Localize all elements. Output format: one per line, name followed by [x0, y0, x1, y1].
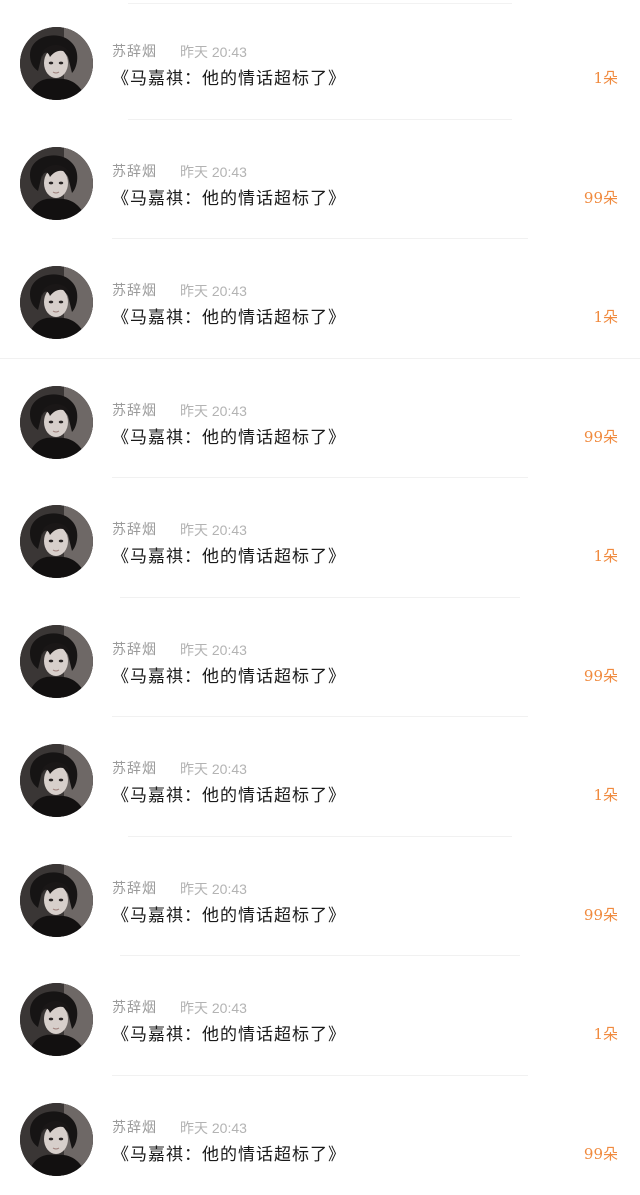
post-time: 昨天 20:43 [180, 1118, 247, 1138]
post-time: 昨天 20:43 [180, 640, 247, 660]
post-time: 昨天 20:43 [180, 281, 247, 301]
post-time: 昨天 20:43 [180, 520, 247, 540]
gift-record-list: 苏辞烟 昨天 20:43 《马嘉祺：他的情话超标了》 1朵 [0, 0, 640, 1191]
post-time: 昨天 20:43 [180, 998, 247, 1018]
list-item[interactable]: 苏辞烟 昨天 20:43 《马嘉祺：他的情话超标了》 1朵 [0, 0, 640, 120]
author-name[interactable]: 苏辞烟 [112, 280, 157, 300]
list-item[interactable]: 苏辞烟 昨天 20:43 《马嘉祺：他的情话超标了》 99朵 [0, 1076, 640, 1195]
avatar[interactable] [20, 27, 93, 100]
post-time: 昨天 20:43 [180, 879, 247, 899]
avatar[interactable] [20, 266, 93, 339]
author-name[interactable]: 苏辞烟 [112, 519, 157, 539]
list-item[interactable]: 苏辞烟 昨天 20:43 《马嘉祺：他的情话超标了》 1朵 [0, 717, 640, 837]
flower-count: 1朵 [593, 1023, 618, 1044]
work-title[interactable]: 《马嘉祺：他的情话超标了》 [112, 901, 346, 926]
list-item[interactable]: 苏辞烟 昨天 20:43 《马嘉祺：他的情话超标了》 1朵 [0, 239, 640, 359]
list-item[interactable]: 苏辞烟 昨天 20:43 《马嘉祺：他的情话超标了》 1朵 [0, 956, 640, 1076]
post-time: 昨天 20:43 [180, 162, 247, 182]
author-name[interactable]: 苏辞烟 [112, 41, 157, 61]
avatar[interactable] [20, 386, 93, 459]
work-title[interactable]: 《马嘉祺：他的情话超标了》 [112, 1140, 346, 1165]
avatar[interactable] [20, 1103, 93, 1176]
avatar[interactable] [20, 625, 93, 698]
avatar[interactable] [20, 983, 93, 1056]
author-name[interactable]: 苏辞烟 [112, 1117, 157, 1137]
author-name[interactable]: 苏辞烟 [112, 639, 157, 659]
avatar[interactable] [20, 744, 93, 817]
work-title[interactable]: 《马嘉祺：他的情话超标了》 [112, 1020, 346, 1045]
author-name[interactable]: 苏辞烟 [112, 997, 157, 1017]
work-title[interactable]: 《马嘉祺：他的情话超标了》 [112, 662, 346, 687]
post-time: 昨天 20:43 [180, 42, 247, 62]
flower-count: 99朵 [584, 1143, 618, 1164]
author-name[interactable]: 苏辞烟 [112, 400, 157, 420]
work-title[interactable]: 《马嘉祺：他的情话超标了》 [112, 64, 346, 89]
flower-count: 1朵 [593, 67, 618, 88]
flower-count: 99朵 [584, 187, 618, 208]
avatar[interactable] [20, 147, 93, 220]
work-title[interactable]: 《马嘉祺：他的情话超标了》 [112, 184, 346, 209]
flower-count: 1朵 [593, 784, 618, 805]
author-name[interactable]: 苏辞烟 [112, 161, 157, 181]
flower-count: 1朵 [593, 545, 618, 566]
flower-count: 99朵 [584, 426, 618, 447]
work-title[interactable]: 《马嘉祺：他的情话超标了》 [112, 303, 346, 328]
list-item[interactable]: 苏辞烟 昨天 20:43 《马嘉祺：他的情话超标了》 1朵 [0, 478, 640, 598]
avatar[interactable] [20, 864, 93, 937]
post-time: 昨天 20:43 [180, 759, 247, 779]
avatar[interactable] [20, 505, 93, 578]
list-item[interactable]: 苏辞烟 昨天 20:43 《马嘉祺：他的情话超标了》 99朵 [0, 837, 640, 957]
flower-count: 99朵 [584, 665, 618, 686]
list-item[interactable]: 苏辞烟 昨天 20:43 《马嘉祺：他的情话超标了》 99朵 [0, 359, 640, 479]
list-item[interactable]: 苏辞烟 昨天 20:43 《马嘉祺：他的情话超标了》 99朵 [0, 120, 640, 240]
work-title[interactable]: 《马嘉祺：他的情话超标了》 [112, 781, 346, 806]
author-name[interactable]: 苏辞烟 [112, 878, 157, 898]
flower-count: 99朵 [584, 904, 618, 925]
flower-count: 1朵 [593, 306, 618, 327]
work-title[interactable]: 《马嘉祺：他的情话超标了》 [112, 542, 346, 567]
post-time: 昨天 20:43 [180, 401, 247, 421]
work-title[interactable]: 《马嘉祺：他的情话超标了》 [112, 423, 346, 448]
author-name[interactable]: 苏辞烟 [112, 758, 157, 778]
list-item[interactable]: 苏辞烟 昨天 20:43 《马嘉祺：他的情话超标了》 99朵 [0, 598, 640, 718]
